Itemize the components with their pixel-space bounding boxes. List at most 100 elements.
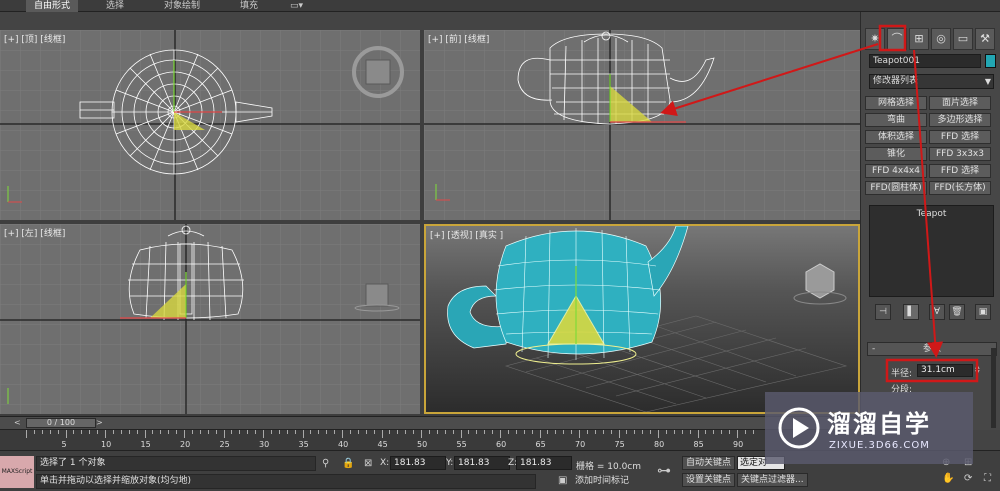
stack-item-teapot[interactable]: Teapot	[870, 209, 993, 219]
y-coord-field[interactable]: 181.83	[454, 456, 510, 470]
tab-freeform[interactable]: 自由形式	[26, 0, 79, 12]
track-tick	[112, 430, 114, 434]
viewport-front[interactable]: [+] [前] [线框]	[424, 30, 860, 220]
track-tick	[586, 430, 588, 434]
object-color-swatch[interactable]	[985, 54, 996, 68]
set-key-button[interactable]: 设置关键点	[682, 473, 736, 487]
radius-spinner-arrows[interactable]: ▲ ▼	[975, 364, 983, 377]
track-tick	[452, 430, 454, 434]
z-coord-field[interactable]: 181.83	[516, 456, 572, 470]
utilities-tab-icon[interactable]: ⚒	[975, 28, 995, 50]
modifier-bend-button[interactable]: 弯曲	[865, 113, 927, 127]
track-tick	[658, 430, 659, 438]
track-tick	[270, 430, 272, 434]
prev-frame-icon[interactable]: <	[14, 418, 24, 428]
hierarchy-tab-icon[interactable]: ⊞	[909, 28, 929, 50]
track-tick	[563, 430, 565, 434]
time-slider[interactable]: 0 / 100	[26, 418, 96, 428]
modify-tab-icon[interactable]: ⌒	[887, 28, 907, 50]
auto-key-button[interactable]: 自动关键点	[682, 456, 736, 470]
viewport-front-label[interactable]: [+] [前] [线框]	[428, 32, 489, 45]
viewport-left-label[interactable]: [+] [左] [线框]	[4, 226, 65, 239]
track-tick	[41, 430, 43, 434]
track-tick	[215, 430, 217, 434]
modifier-ffd-box-button[interactable]: FFD(长方体)	[929, 181, 991, 195]
track-tick	[468, 430, 470, 434]
track-tick	[231, 430, 233, 434]
object-name-field[interactable]: Teapot001	[869, 54, 981, 68]
remove-modifier-icon[interactable]: 🗑	[949, 304, 965, 320]
modifier-mesh-select-button[interactable]: 网格选择	[865, 96, 927, 110]
track-bar[interactable]: 5 10 15 20 25 30 35 40 45 50 55 60 65 70 75 80 85 90	[0, 429, 860, 450]
viewport-perspective[interactable]: [+] [透视] [真实 ]	[424, 224, 860, 414]
track-tick	[294, 430, 296, 434]
modifier-list-dropdown[interactable]: 修改器列表 ▼	[869, 74, 994, 89]
track-tick	[571, 430, 573, 434]
track-tick	[523, 430, 525, 434]
track-tick	[681, 430, 683, 434]
time-tag-icon[interactable]: ▣	[558, 475, 567, 486]
track-tick	[539, 430, 541, 438]
absolute-mode-icon[interactable]: ⊠	[364, 458, 372, 469]
radius-spinner[interactable]: 31.1cm	[917, 364, 973, 377]
show-end-result-icon[interactable]: ▌	[903, 304, 919, 320]
track-tick	[81, 430, 83, 434]
track-label: 50	[417, 440, 428, 449]
display-tab-icon[interactable]: ▭	[953, 28, 973, 50]
track-tick	[650, 430, 652, 434]
track-tick	[492, 430, 494, 434]
maxscript-listener[interactable]: MAXScript	[0, 456, 34, 488]
create-tab-icon[interactable]: ✷	[865, 28, 885, 50]
tab-populate[interactable]: 填充	[232, 0, 266, 12]
modifier-ffd-select-button[interactable]: FFD 选择	[929, 130, 991, 144]
modifier-ffd-cyl-button[interactable]: FFD(圆柱体)	[865, 181, 927, 195]
track-tick	[255, 430, 257, 434]
viewport-perspective-label[interactable]: [+] [透视] [真实 ]	[430, 228, 503, 241]
make-unique-icon[interactable]: ∀	[929, 304, 945, 320]
track-tick	[365, 430, 367, 434]
track-tick	[278, 430, 280, 434]
modifier-list-label: 修改器列表	[873, 76, 919, 86]
viewport-top-label[interactable]: [+] [顶] [线框]	[4, 32, 65, 45]
grid-front	[424, 30, 860, 220]
parameters-rollout[interactable]: - 参数	[867, 342, 997, 356]
viewport-left[interactable]: [+] [左] [线框]	[0, 224, 420, 414]
viewport-area: [+] [顶] [线框] [+] [前] [线框] [+] [左] [线框] […	[0, 30, 860, 416]
pan-icon[interactable]: ✋	[942, 473, 954, 484]
key-icon[interactable]: ⊶	[650, 458, 678, 484]
modifier-taper-button[interactable]: 锥化	[865, 147, 927, 161]
isolate-icon[interactable]: ⚲	[322, 458, 329, 469]
panel-scrollbar[interactable]	[991, 348, 996, 428]
lock-icon[interactable]: 🔒	[342, 458, 354, 469]
watermark-title: 溜溜自学	[827, 410, 931, 438]
track-tick	[697, 430, 699, 438]
track-tick	[460, 430, 462, 438]
configure-sets-icon[interactable]: ▣	[975, 304, 991, 320]
track-label: 75	[614, 440, 625, 449]
tab-object-paint[interactable]: 对象绘制	[156, 0, 208, 12]
maximize-viewport-icon[interactable]: ⛶	[984, 473, 991, 484]
modifier-ffd-select2-button[interactable]: FFD 选择	[929, 164, 991, 178]
key-filters-button[interactable]: 关键点过滤器...	[737, 473, 808, 487]
next-frame-icon[interactable]: >	[96, 418, 106, 428]
track-tick	[105, 430, 106, 438]
ribbon-options-icon[interactable]: ▭▾	[282, 0, 311, 12]
x-coord-field[interactable]: 181.83	[390, 456, 446, 470]
track-tick	[405, 430, 407, 434]
watermark: 溜溜自学 ZIXUE.3D66.COM	[765, 392, 973, 464]
modifier-vol-select-button[interactable]: 体积选择	[865, 130, 927, 144]
viewport-top[interactable]: [+] [顶] [线框]	[0, 30, 420, 220]
add-time-tag-button[interactable]: 添加时间标记	[572, 475, 632, 489]
track-tick	[444, 430, 446, 434]
orbit-icon[interactable]: ⟳	[964, 473, 972, 484]
track-label: 80	[654, 440, 665, 449]
modifier-poly-select-button[interactable]: 多边形选择	[929, 113, 991, 127]
modifier-ffd444-button[interactable]: FFD 4x4x4	[865, 164, 927, 178]
pin-stack-icon[interactable]: ⊣	[875, 304, 891, 320]
modifier-ffd333-button[interactable]: FFD 3x3x3	[929, 147, 991, 161]
track-tick	[397, 430, 399, 434]
motion-tab-icon[interactable]: ◎	[931, 28, 951, 50]
track-label: 60	[496, 440, 507, 449]
tab-select[interactable]: 选择	[98, 0, 132, 12]
modifier-patch-select-button[interactable]: 面片选择	[929, 96, 991, 110]
